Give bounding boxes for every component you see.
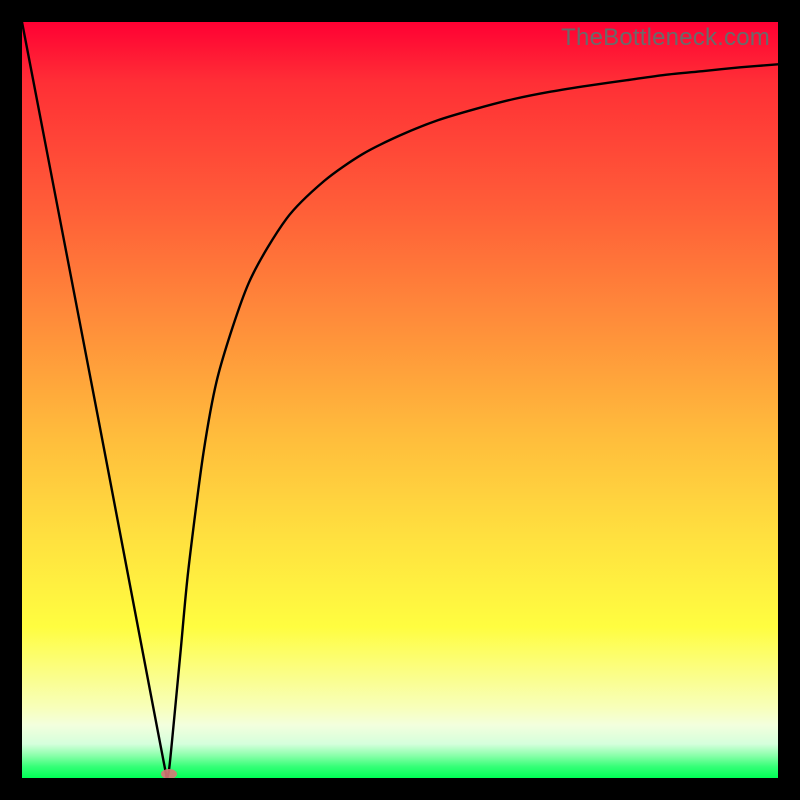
chart-container: TheBottleneck.com [0,0,800,800]
min-point-marker [161,769,177,778]
plot-area: TheBottleneck.com [22,22,778,778]
curve-svg [22,22,778,778]
bottleneck-curve [22,22,778,778]
